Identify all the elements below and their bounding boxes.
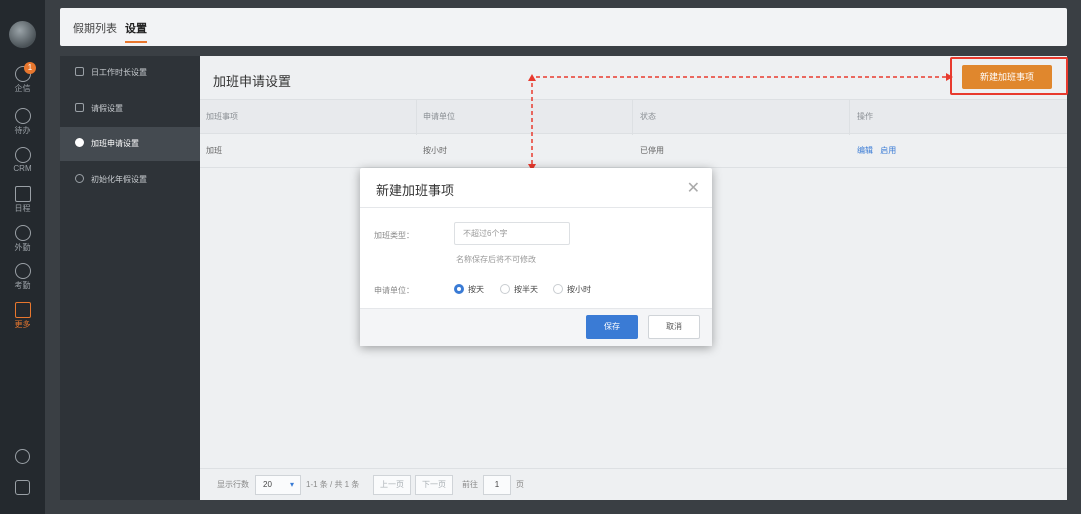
rail-item-qixin[interactable]: 1 企信 bbox=[0, 62, 45, 94]
goto-label: 前往 bbox=[462, 480, 478, 489]
radio-checked-icon bbox=[454, 284, 464, 294]
user-list-icon[interactable] bbox=[15, 480, 30, 495]
moon-icon bbox=[75, 138, 84, 147]
sidebar-item-annual-init[interactable]: 初始化年假设置 bbox=[60, 163, 200, 197]
rows-per-page-select[interactable]: 20 ▾ bbox=[255, 475, 301, 495]
new-overtime-modal: 新建加班事项 ✕ 加班类型： 不超过6个字 名称保存后将不可修改 申请单位： 按… bbox=[360, 168, 712, 346]
rail-item-crm[interactable]: CRM bbox=[0, 147, 45, 173]
document-icon bbox=[75, 103, 84, 112]
page-suffix: 页 bbox=[516, 480, 524, 489]
page-number-input[interactable]: 1 bbox=[483, 475, 511, 495]
radio-by-day[interactable]: 按天 bbox=[454, 284, 484, 295]
cell-status: 已停用 bbox=[640, 146, 664, 155]
column-divider bbox=[632, 100, 633, 135]
rail-item-label: 外勤 bbox=[14, 243, 31, 252]
next-page-button[interactable]: 下一页 bbox=[415, 475, 453, 495]
power-icon bbox=[75, 174, 84, 183]
rail-item-label: CRM bbox=[13, 164, 32, 173]
tab-settings[interactable]: 设置 bbox=[125, 20, 147, 36]
rail-item-label: 更多 bbox=[14, 320, 31, 329]
column-divider bbox=[849, 100, 850, 135]
rail-item-label: 待办 bbox=[14, 126, 31, 135]
table-header: 加班事项 申请单位 状态 操作 bbox=[200, 99, 1067, 135]
radio-label: 按小时 bbox=[567, 285, 591, 294]
modal-footer: 保存 取消 bbox=[360, 308, 712, 346]
rail-item-attendance[interactable]: 考勤 bbox=[0, 263, 45, 291]
sidebar-item-label: 请假设置 bbox=[91, 104, 123, 113]
app-rail: 1 企信 待办 CRM 日程 外勤 考勤 更多 bbox=[0, 0, 45, 514]
tab-leave-list[interactable]: 假期列表 bbox=[73, 20, 117, 36]
radio-by-hour[interactable]: 按小时 bbox=[553, 284, 591, 295]
pager-summary: 1-1 条 / 共 1 条 bbox=[306, 480, 360, 489]
rail-item-label: 考勤 bbox=[14, 281, 31, 290]
apply-unit-label: 申请单位： bbox=[374, 286, 414, 295]
calendar-icon bbox=[14, 186, 31, 202]
avatar[interactable] bbox=[9, 21, 36, 48]
page-title: 加班申请设置 bbox=[213, 74, 292, 89]
edit-link[interactable]: 编辑 bbox=[857, 146, 873, 155]
radio-unchecked-icon bbox=[500, 284, 510, 294]
check-pin-icon bbox=[14, 263, 31, 279]
rail-item-todo[interactable]: 待办 bbox=[0, 108, 45, 136]
overtime-type-label: 加班类型： bbox=[374, 231, 414, 240]
rows-per-page-label: 显示行数 bbox=[217, 480, 249, 489]
radio-unchecked-icon bbox=[553, 284, 563, 294]
sidebar-item-leave[interactable]: 请假设置 bbox=[60, 92, 200, 126]
rail-item-schedule[interactable]: 日程 bbox=[0, 186, 45, 214]
rail-item-label: 日程 bbox=[14, 204, 31, 213]
enable-link[interactable]: 启用 bbox=[880, 146, 896, 155]
document-icon bbox=[75, 67, 84, 76]
rows-per-page-value: 20 bbox=[263, 480, 272, 489]
settings-sidebar: 日工作时长设置 请假设置 加班申请设置 初始化年假设置 bbox=[60, 56, 200, 500]
overtime-table: 加班事项 申请单位 状态 操作 加班 按小时 已停用 编辑 启用 bbox=[200, 99, 1067, 168]
modal-header: 新建加班事项 ✕ bbox=[360, 168, 712, 208]
prev-page-button[interactable]: 上一页 bbox=[373, 475, 411, 495]
top-tab-bar: 假期列表 设置 bbox=[60, 8, 1067, 46]
radio-by-half-day[interactable]: 按半天 bbox=[500, 284, 538, 295]
overtime-type-input[interactable]: 不超过6个字 bbox=[454, 222, 570, 245]
column-header: 申请单位 bbox=[423, 112, 455, 121]
cell-unit: 按小时 bbox=[423, 146, 447, 155]
column-header: 操作 bbox=[857, 112, 873, 121]
sidebar-item-label: 加班申请设置 bbox=[91, 139, 139, 148]
cell-item: 加班 bbox=[206, 146, 222, 155]
rail-item-field[interactable]: 外勤 bbox=[0, 225, 45, 253]
sidebar-item-workday-hours[interactable]: 日工作时长设置 bbox=[60, 56, 200, 90]
cancel-button[interactable]: 取消 bbox=[648, 315, 700, 339]
save-button[interactable]: 保存 bbox=[586, 315, 638, 339]
sidebar-item-label: 日工作时长设置 bbox=[91, 68, 147, 77]
pagination: 显示行数 20 ▾ 1-1 条 / 共 1 条 上一页 下一页 前往 1 页 bbox=[200, 468, 1067, 500]
active-tab-underline bbox=[125, 41, 147, 43]
sidebar-item-overtime[interactable]: 加班申请设置 bbox=[60, 127, 200, 161]
clock-icon bbox=[14, 147, 31, 163]
table-row: 加班 按小时 已停用 编辑 启用 bbox=[200, 134, 1067, 168]
cell-actions: 编辑 启用 bbox=[857, 134, 901, 168]
rail-item-label: 企信 bbox=[14, 84, 31, 93]
settings-gear-icon[interactable] bbox=[15, 449, 30, 464]
radio-label: 按天 bbox=[468, 285, 484, 294]
radio-label: 按半天 bbox=[514, 285, 538, 294]
modal-title: 新建加班事项 bbox=[376, 183, 455, 198]
column-divider bbox=[416, 100, 417, 135]
sidebar-item-label: 初始化年假设置 bbox=[91, 175, 147, 184]
close-icon[interactable]: ✕ bbox=[687, 178, 700, 198]
name-hint: 名称保存后将不可修改 bbox=[456, 255, 536, 264]
check-circle-icon bbox=[14, 108, 31, 124]
rail-item-more[interactable]: 更多 bbox=[0, 302, 45, 330]
new-overtime-item-button[interactable]: 新建加班事项 bbox=[962, 65, 1052, 89]
unread-badge: 1 bbox=[24, 62, 36, 74]
grid-icon bbox=[14, 302, 31, 318]
column-header: 加班事项 bbox=[206, 112, 238, 121]
chevron-down-icon: ▾ bbox=[289, 480, 294, 489]
location-pin-icon bbox=[14, 225, 31, 241]
column-header: 状态 bbox=[640, 112, 656, 121]
